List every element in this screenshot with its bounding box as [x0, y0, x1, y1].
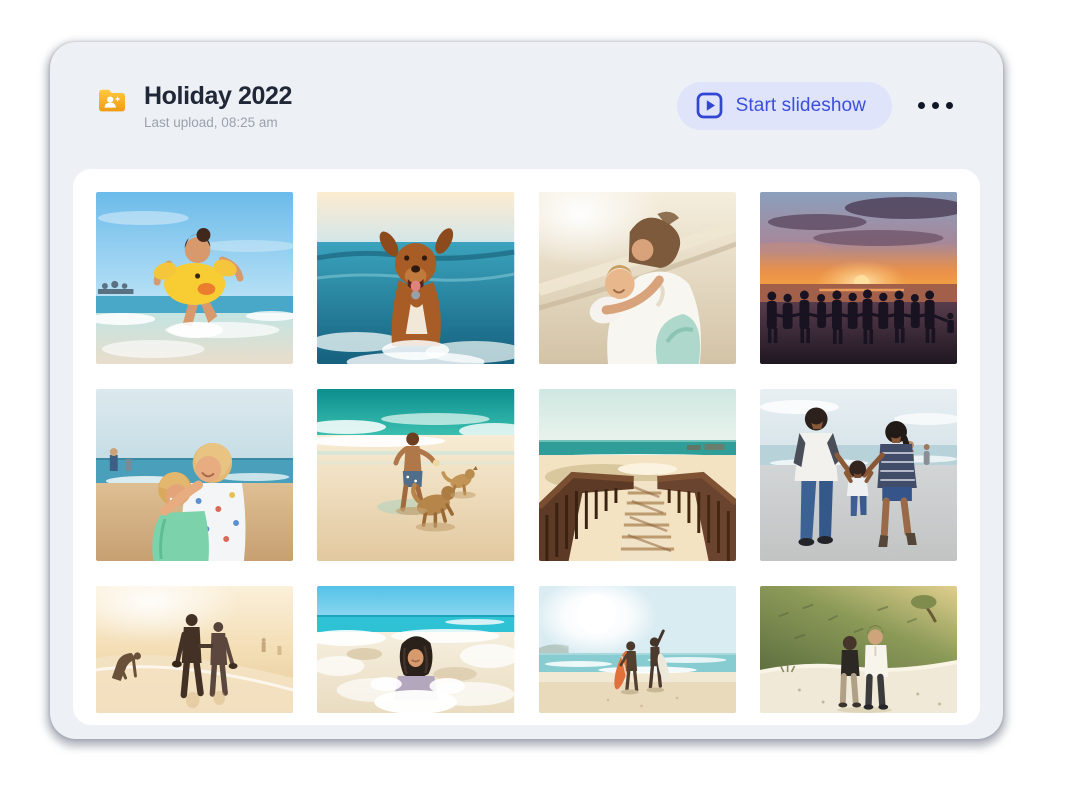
- album-identity: Holiday 2022 Last upload, 08:25 am: [96, 81, 292, 130]
- photo-grid-panel: [73, 169, 980, 725]
- photo-thumbnail[interactable]: [539, 586, 736, 713]
- album-header: Holiday 2022 Last upload, 08:25 am Start…: [50, 42, 1003, 169]
- start-slideshow-label: Start slideshow: [736, 95, 866, 117]
- play-icon: [696, 92, 723, 119]
- photo-thumbnail[interactable]: [539, 389, 736, 561]
- ellipsis-icon: [932, 102, 939, 109]
- more-options-button[interactable]: [912, 92, 959, 119]
- ellipsis-icon: [946, 102, 953, 109]
- shared-folder-icon: [96, 84, 128, 116]
- photo-thumbnail[interactable]: [317, 389, 514, 561]
- photo-thumbnail[interactable]: [760, 389, 957, 561]
- album-card: Holiday 2022 Last upload, 08:25 am Start…: [50, 42, 1003, 739]
- header-actions: Start slideshow: [677, 82, 959, 130]
- photo-thumbnail[interactable]: [760, 586, 957, 713]
- photo-thumbnail[interactable]: [96, 389, 293, 561]
- album-text: Holiday 2022 Last upload, 08:25 am: [144, 81, 292, 130]
- photo-thumbnail[interactable]: [317, 192, 514, 364]
- photo-thumbnail[interactable]: [317, 586, 514, 713]
- photo-thumbnail[interactable]: [760, 192, 957, 364]
- album-title: Holiday 2022: [144, 81, 292, 111]
- album-subtitle: Last upload, 08:25 am: [144, 115, 292, 130]
- photo-thumbnail[interactable]: [96, 586, 293, 713]
- start-slideshow-button[interactable]: Start slideshow: [677, 82, 892, 130]
- photo-thumbnail[interactable]: [96, 192, 293, 364]
- photo-thumbnail[interactable]: [539, 192, 736, 364]
- ellipsis-icon: [918, 102, 925, 109]
